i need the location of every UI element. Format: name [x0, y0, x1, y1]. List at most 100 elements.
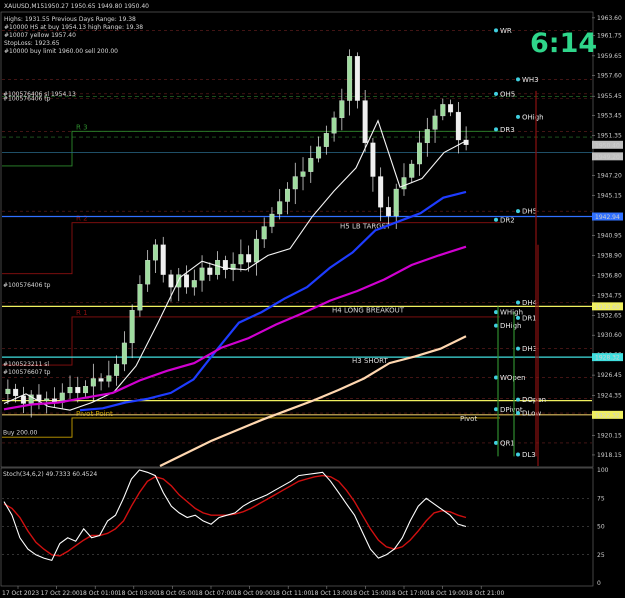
candle-body	[114, 363, 120, 376]
candle-body	[145, 260, 151, 285]
stoch-tick-label: 25	[597, 552, 605, 559]
candle-body	[106, 375, 112, 382]
price-tag-label: 1922.32	[595, 412, 620, 419]
candle-body	[448, 104, 454, 113]
candle-body	[207, 267, 213, 275]
info-line-3: #10007 yellow 1957.40	[4, 32, 76, 39]
price-tick-label: 1947.20	[597, 173, 622, 180]
time-tick-label: 18 Oct 01:00	[79, 590, 118, 597]
stoch-plot-frame	[0, 467, 594, 587]
level-lines: R 3R 2R 1Pivot PointH5 LB TARGETH4 LONG …	[2, 91, 592, 438]
candle-body	[455, 111, 461, 141]
candle-body	[300, 171, 306, 177]
right-level-label: DR3	[500, 126, 515, 134]
info-line-1: Highs: 1931.55 Previous Days Range: 19.3…	[4, 16, 136, 23]
symbol-label: XAUUSD,M15	[4, 3, 44, 10]
pivot-point-line	[2, 417, 500, 438]
candle-body	[90, 378, 96, 387]
right-level-label: QR1	[500, 439, 515, 447]
candle-body	[98, 378, 104, 382]
stoch-tick-label: 100	[597, 467, 609, 474]
right-level-marker	[516, 315, 520, 320]
candle-body	[269, 213, 275, 227]
right-level-label: OH5	[500, 90, 515, 98]
info-line-2: #10000 HS at buy 1954.13 high Range: 19.…	[4, 24, 143, 31]
candles	[5, 49, 469, 418]
price-tick-label: 1955.45	[597, 93, 622, 100]
right-level-label: WR	[500, 27, 512, 35]
order-label: #100576607 tp	[3, 369, 51, 376]
ohlc-label: 1950.27 1950.65 1949.80 1950.40	[44, 3, 149, 10]
r1-line	[2, 316, 500, 366]
right-level-label: WH3	[522, 76, 539, 84]
price-axis: 1963.60 1961.75 1959.65 1957.60 1955.45 1953.…	[592, 15, 623, 459]
right-level-marker	[516, 397, 520, 402]
price-tag-label: 1933.60	[595, 304, 620, 311]
price-tick-label: 1920.15	[597, 433, 622, 440]
chart-svg[interactable]: XAUUSD,M15 1950.27 1950.65 1949.80 1950.…	[0, 0, 625, 598]
price-tick-label: 1918.15	[597, 452, 622, 459]
time-tick-label: 18 Oct 21:00	[465, 590, 504, 597]
candle-body	[75, 386, 81, 394]
candle-body	[13, 388, 19, 396]
time-tick-label: 18 Oct 03:00	[118, 590, 157, 597]
right-level-label: DHigh	[500, 322, 521, 330]
candle-body	[331, 117, 337, 134]
candle-body	[354, 56, 360, 101]
info-line-4: StopLoss: 1923.65	[4, 40, 60, 47]
right-level-label: WOpen	[500, 374, 526, 382]
right-level-label: DH4	[522, 299, 538, 307]
candle-body	[152, 244, 158, 261]
candle-body	[424, 129, 430, 144]
price-tag-label: 1950.40	[595, 142, 620, 149]
time-axis: 17 Oct 2023 17 Oct 22:00 18 Oct 01:00 18 Oc…	[2, 586, 504, 597]
candle-body	[168, 274, 174, 288]
candle-body	[215, 260, 221, 275]
candle-body	[370, 142, 376, 177]
candle-body	[67, 386, 73, 394]
right-level-marker	[494, 217, 498, 222]
moving-averages	[3, 119, 467, 467]
stoch-tick-label: 50	[597, 524, 605, 531]
price-tick-label: 1934.75	[597, 292, 622, 299]
right-level-marker	[516, 452, 520, 457]
price-tick-label: 1940.95	[597, 233, 622, 240]
candle-body	[129, 310, 135, 344]
candle-body	[238, 254, 244, 265]
price-tick-label: 1957.60	[597, 73, 622, 80]
candle-body	[277, 201, 283, 215]
candle-body	[285, 188, 290, 202]
info-line-5: #10000 buy limit 1960.00 sell 200.00	[4, 48, 118, 55]
candle-body	[83, 386, 89, 394]
stoch-tick-label: 0	[597, 580, 601, 587]
candle-body	[20, 395, 26, 404]
candle-body	[440, 104, 446, 117]
stoch-signal-line	[3, 474, 467, 557]
stoch-title: Stoch(34,6,2) 49.7333 60.4524	[3, 471, 97, 478]
candle-body	[417, 142, 422, 165]
price-tag-label: 1949.20	[595, 154, 620, 161]
price-tick-label: 1926.45	[597, 372, 622, 379]
right-level-label: DL3	[522, 451, 536, 459]
time-tick-label: 18 Oct 11:00	[272, 590, 311, 597]
candle-body	[378, 176, 384, 208]
order-label: #100576406 tp	[3, 96, 51, 103]
right-level-label: DR2	[500, 216, 515, 224]
countdown-clock: 6:14	[530, 28, 597, 59]
candle-body	[401, 177, 407, 190]
candle-body	[137, 284, 143, 311]
right-level-marker	[494, 127, 498, 132]
right-level-marker	[516, 209, 520, 214]
candle-body	[409, 163, 415, 178]
pivot-label: Pivot	[460, 415, 477, 423]
candle-body	[246, 254, 252, 263]
candle-body	[393, 188, 399, 217]
candle-body	[5, 388, 11, 395]
candle-body	[385, 207, 391, 217]
right-level-marker	[516, 114, 520, 119]
time-tick-label: 18 Oct 17:00	[388, 590, 427, 597]
right-level-label: OHigh	[522, 113, 544, 121]
time-tick-label: 17 Oct 2023	[2, 590, 39, 597]
price-tick-label: 1924.35	[597, 392, 622, 399]
price-tick-label: 1951.35	[597, 133, 622, 140]
